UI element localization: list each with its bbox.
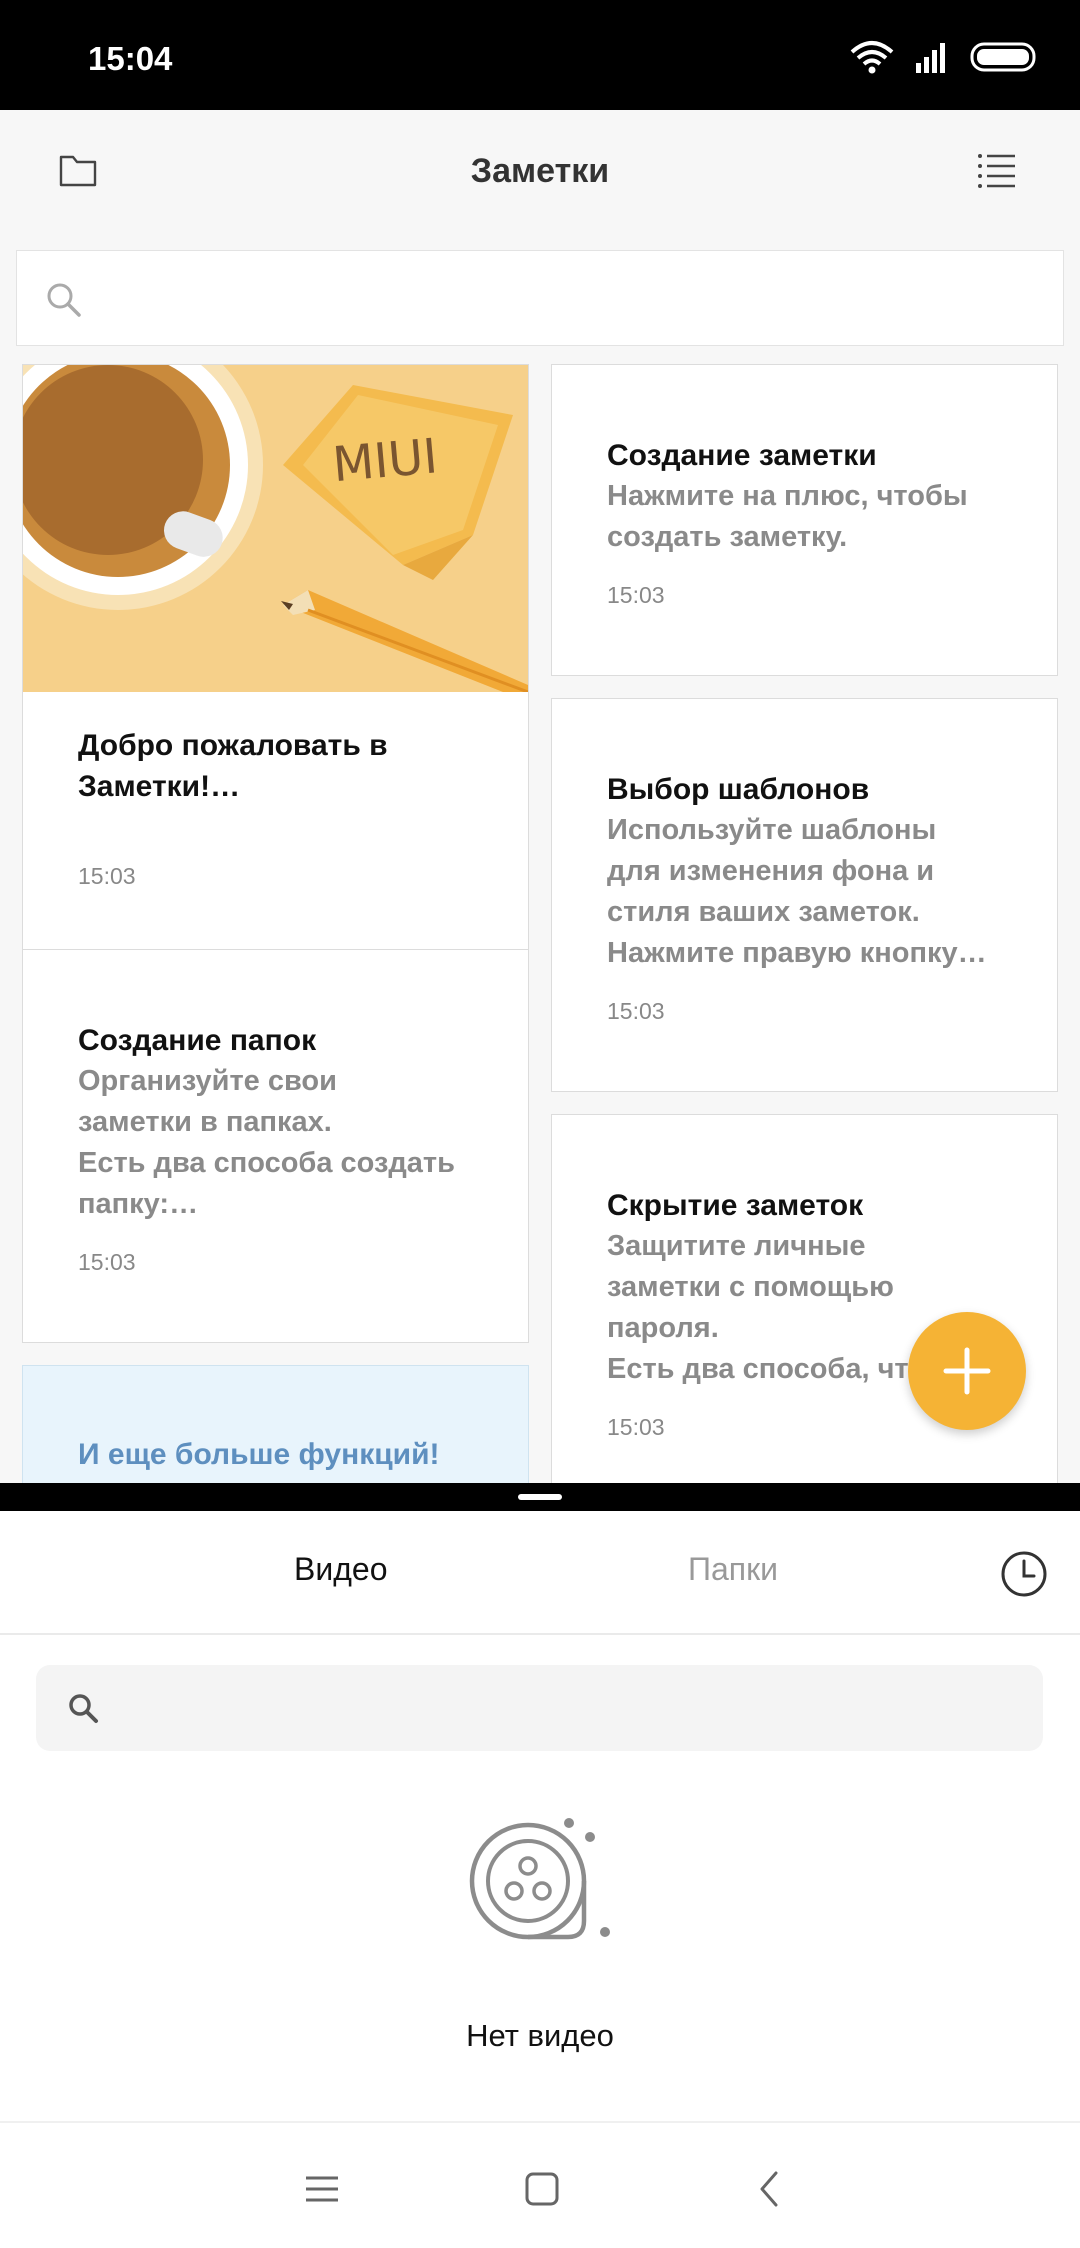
back-button[interactable]	[750, 2169, 790, 2209]
note-title: Скрытие заметок	[607, 1189, 864, 1222]
note-body: Организуйте свои заметки в папках. Есть …	[78, 1065, 455, 1220]
note-time: 15:03	[78, 863, 136, 889]
note-card-folders[interactable]: Создание папок Организуйте свои заметки …	[22, 949, 529, 1343]
clock-icon	[1001, 1551, 1047, 1597]
battery-icon	[970, 42, 1036, 72]
list-icon	[978, 154, 1015, 188]
view-mode-button[interactable]	[977, 152, 1025, 194]
note-time: 15:03	[607, 582, 665, 608]
history-button[interactable]	[999, 1549, 1049, 1599]
status-bar: 15:04	[0, 0, 1080, 110]
note-title: Создание папок	[78, 1024, 317, 1057]
notes-app: Заметки MIUI Добро пожаловать в Заметки!…	[0, 110, 1080, 1483]
note-title: Выбор шаблонов	[607, 773, 870, 806]
back-icon	[760, 2171, 778, 2207]
tab-folders[interactable]: Папки	[688, 1551, 778, 1588]
split-screen-divider[interactable]	[0, 1483, 1080, 1511]
plus-icon	[943, 1347, 991, 1395]
note-title: Добро пожаловать в Заметки!…	[78, 729, 388, 803]
note-card-welcome[interactable]: MIUI Добро пожаловать в Заметки!… 15:03	[22, 364, 529, 1037]
wifi-icon	[850, 41, 894, 74]
home-icon	[525, 2172, 559, 2206]
page-title: Заметки	[470, 152, 610, 190]
notes-toolbar: Заметки	[0, 110, 1080, 235]
status-time: 15:04	[88, 40, 173, 77]
note-time: 15:03	[78, 1249, 136, 1275]
status-icons	[850, 40, 1040, 74]
coffee-note-illustration: MIUI	[23, 365, 528, 692]
empty-state-text: Нет видео	[466, 2018, 614, 2053]
video-search-input[interactable]	[36, 1665, 1043, 1751]
note-body: Защитите личные заметки с помощью пароля…	[607, 1230, 926, 1385]
video-app: Видео Папки Нет видео	[0, 1511, 1080, 2121]
video-tabs: Видео Папки	[0, 1511, 1080, 1635]
notes-search-input[interactable]	[16, 250, 1064, 346]
menu-button[interactable]	[302, 2169, 342, 2209]
note-body: Используйте шаблоны для изменения фона и…	[607, 814, 987, 969]
note-title: И еще больше функций!	[78, 1438, 440, 1471]
film-reel-icon	[469, 1818, 610, 1940]
signal-icon	[916, 43, 945, 73]
system-nav-bar	[0, 2121, 1080, 2248]
note-body: Нажмите на плюс, чтобы создать заметку.	[607, 480, 968, 553]
search-icon	[69, 1694, 98, 1723]
illustration-text: MIUI	[330, 428, 439, 493]
divider-handle[interactable]	[518, 1494, 562, 1500]
note-card-create-note[interactable]: Создание заметки Нажмите на плюс, чтобы …	[551, 364, 1058, 676]
note-time: 15:03	[607, 1414, 665, 1440]
tab-video[interactable]: Видео	[294, 1551, 387, 1588]
note-title: Создание заметки	[607, 439, 877, 472]
note-time: 15:03	[607, 998, 665, 1024]
add-note-button[interactable]	[908, 1312, 1026, 1430]
home-button[interactable]	[522, 2169, 562, 2209]
note-card-more-features[interactable]: И еще больше функций!	[22, 1365, 529, 1483]
menu-icon	[306, 2176, 338, 2202]
search-icon	[47, 283, 81, 317]
note-card-templates[interactable]: Выбор шаблонов Используйте шаблоны для и…	[551, 698, 1058, 1092]
